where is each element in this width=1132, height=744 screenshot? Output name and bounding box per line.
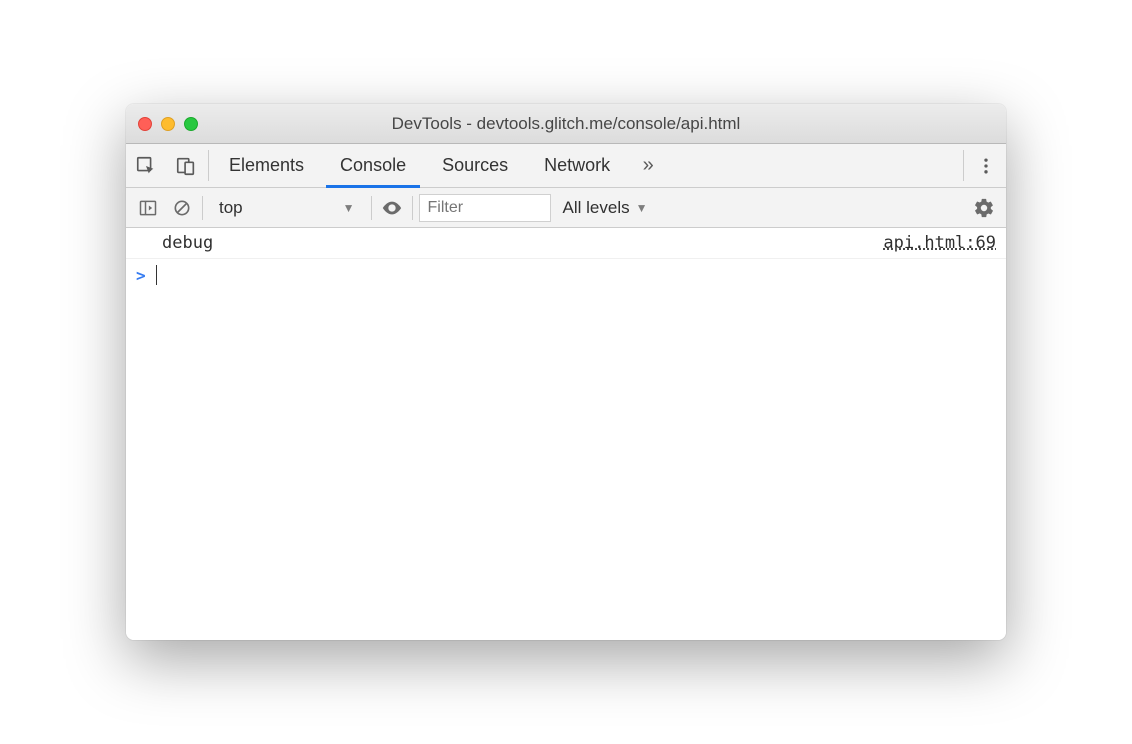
log-message: debug	[162, 233, 883, 253]
tab-console[interactable]: Console	[322, 144, 424, 187]
tabbar-divider	[963, 150, 964, 181]
tab-label: Console	[340, 155, 406, 176]
log-levels-select[interactable]: All levels ▼	[557, 198, 654, 218]
window-title: DevTools - devtools.glitch.me/console/ap…	[126, 114, 1006, 134]
tab-network[interactable]: Network	[526, 144, 628, 187]
zoom-window-button[interactable]	[184, 117, 198, 131]
toolbar-divider	[371, 196, 372, 220]
tabbar-divider	[208, 150, 209, 181]
console-log-row[interactable]: debug api.html:69	[126, 228, 1006, 259]
devtools-window: DevTools - devtools.glitch.me/console/ap…	[126, 104, 1006, 640]
close-window-button[interactable]	[138, 117, 152, 131]
more-tabs-icon[interactable]: »	[628, 144, 668, 187]
prompt-caret-icon: >	[136, 266, 146, 285]
execution-context-select[interactable]: top ▼	[209, 194, 365, 222]
tab-label: Sources	[442, 155, 508, 176]
tab-label: Elements	[229, 155, 304, 176]
main-tabbar: Elements Console Sources Network »	[126, 144, 1006, 188]
inspect-element-icon[interactable]	[126, 144, 166, 187]
kebab-menu-icon[interactable]	[966, 144, 1006, 187]
toolbar-divider	[202, 196, 203, 220]
console-output: debug api.html:69 >	[126, 228, 1006, 640]
context-label: top	[219, 198, 243, 218]
console-settings-icon[interactable]	[970, 194, 998, 222]
device-toolbar-icon[interactable]	[166, 144, 206, 187]
window-controls	[138, 117, 198, 131]
log-source-link[interactable]: api.html:69	[883, 233, 996, 253]
minimize-window-button[interactable]	[161, 117, 175, 131]
tab-label: Network	[544, 155, 610, 176]
tab-sources[interactable]: Sources	[424, 144, 526, 187]
console-sidebar-toggle-icon[interactable]	[134, 194, 162, 222]
clear-console-icon[interactable]	[168, 194, 196, 222]
console-prompt[interactable]: >	[126, 259, 1006, 291]
live-expression-icon[interactable]	[378, 194, 406, 222]
filter-input[interactable]	[419, 194, 551, 222]
text-cursor	[156, 265, 158, 285]
chevron-down-icon: ▼	[636, 201, 648, 215]
tab-elements[interactable]: Elements	[211, 144, 322, 187]
console-toolbar: top ▼ All levels ▼	[126, 188, 1006, 228]
chevron-down-icon: ▼	[343, 201, 355, 215]
levels-label: All levels	[563, 198, 630, 218]
toolbar-divider	[412, 196, 413, 220]
titlebar: DevTools - devtools.glitch.me/console/ap…	[126, 104, 1006, 144]
